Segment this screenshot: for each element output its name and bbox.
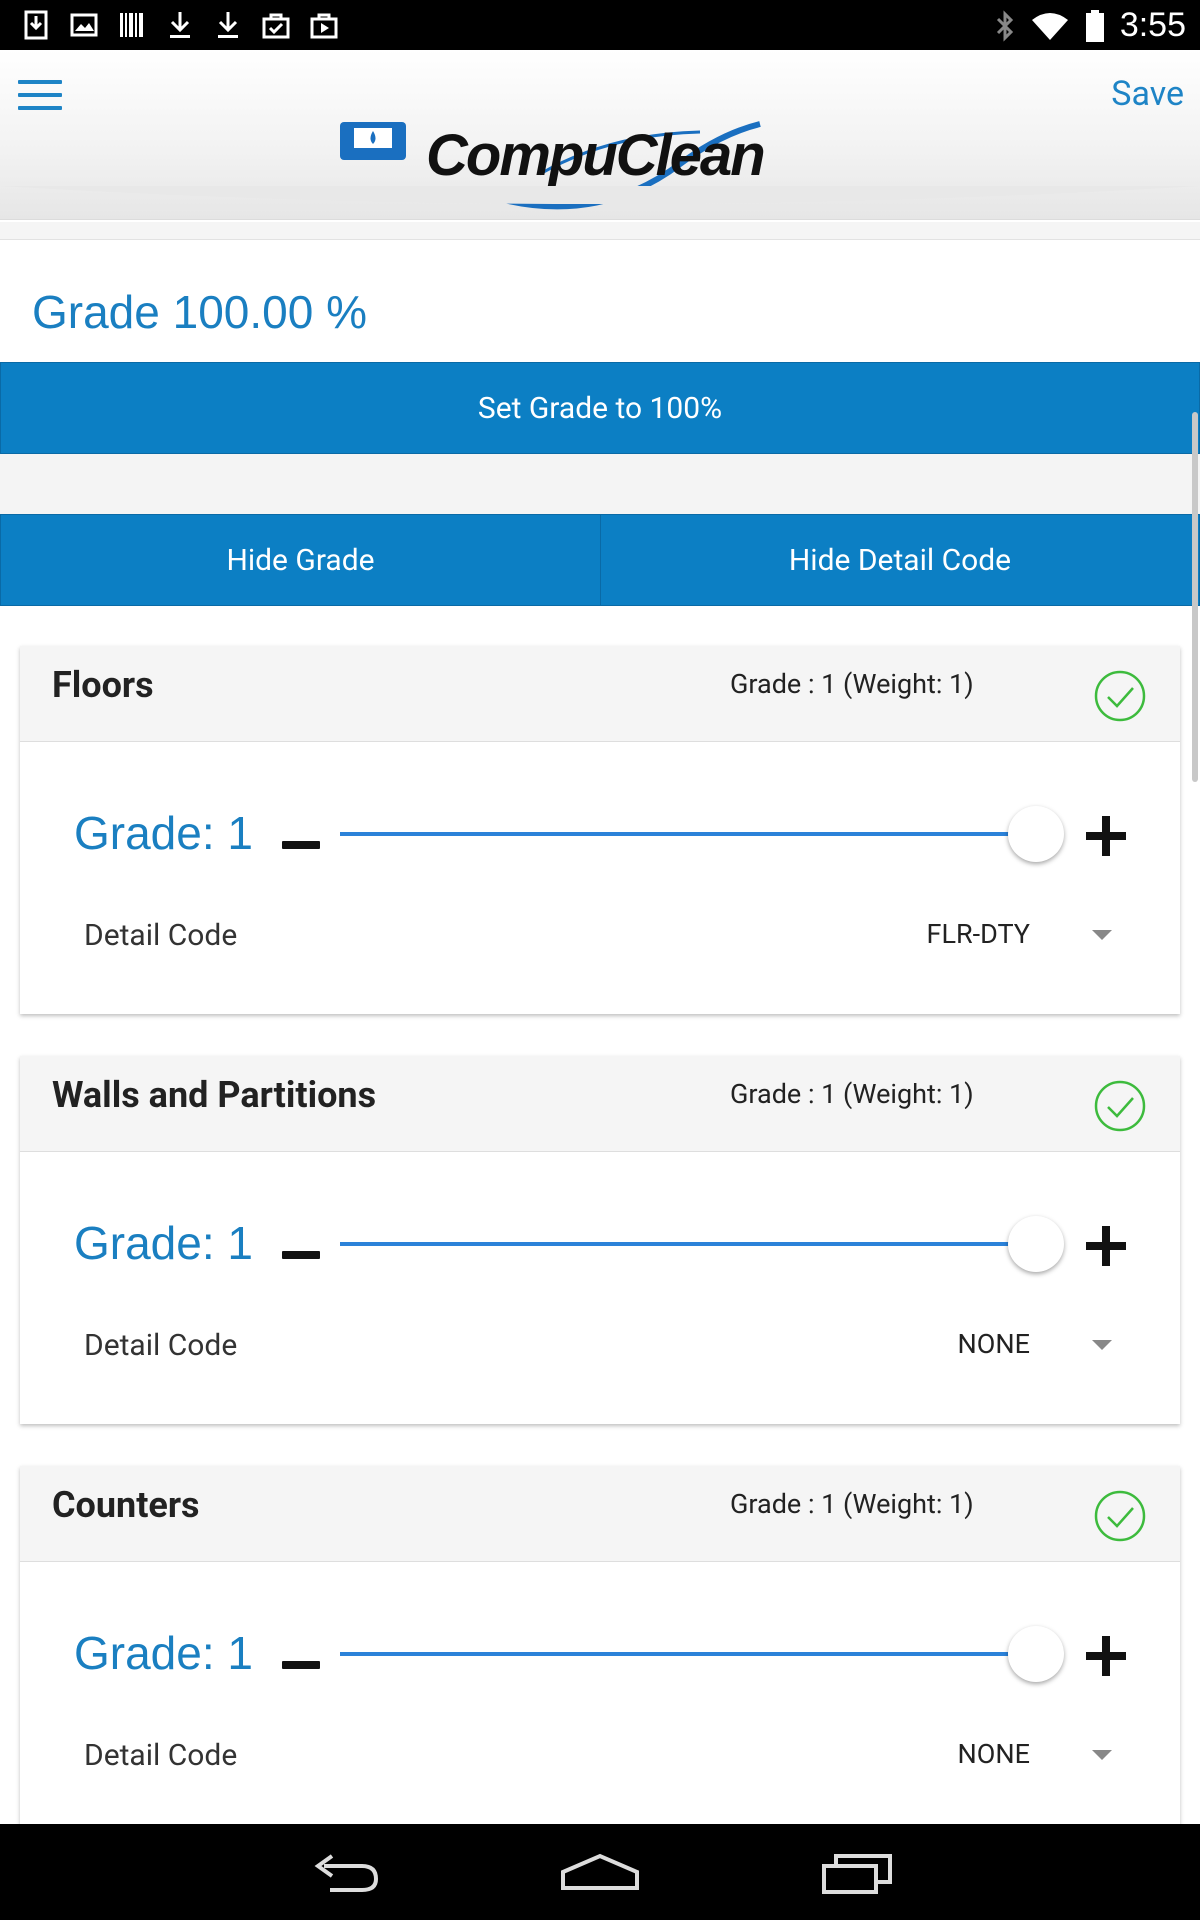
section-header: Counters Grade : 1 (Weight: 1) — [20, 1466, 1180, 1562]
section-body: Grade: 1 Detail Code FLR-DTY — [20, 742, 1180, 1014]
decrease-grade-icon[interactable] — [282, 1646, 322, 1684]
section-card-counters: Counters Grade : 1 (Weight: 1) Grade: 1 … — [20, 1466, 1180, 1834]
set-grade-100-button[interactable]: Set Grade to 100% — [0, 362, 1200, 454]
grade-slider-thumb[interactable] — [1008, 806, 1064, 862]
dropdown-arrow-icon — [1092, 930, 1112, 940]
battery-icon — [1085, 9, 1104, 42]
hide-detail-code-button[interactable]: Hide Detail Code — [600, 514, 1200, 606]
detail-code-label: Detail Code — [84, 1738, 238, 1773]
hide-grade-button[interactable]: Hide Grade — [0, 514, 601, 606]
decrease-grade-icon[interactable] — [282, 826, 322, 864]
divider-strip — [0, 222, 1200, 240]
header-curve — [0, 186, 1200, 204]
check-circle-icon — [1094, 1490, 1146, 1542]
grade-value-label: Grade: 1 — [74, 1627, 253, 1679]
section-grade-weight: Grade : 1 (Weight: 1) — [730, 1488, 974, 1520]
back-icon[interactable] — [300, 1842, 390, 1902]
section-body: Grade: 1 Detail Code NONE — [20, 1562, 1180, 1834]
status-bar: 3:55 — [0, 0, 1200, 50]
section-body: Grade: 1 Detail Code NONE — [20, 1152, 1180, 1424]
system-nav-bar — [0, 1824, 1200, 1920]
grade-summary: Grade 100.00 % — [32, 286, 368, 338]
section-title: Walls and Partitions — [52, 1074, 377, 1116]
check-circle-icon — [1094, 670, 1146, 722]
section-grade-weight: Grade : 1 (Weight: 1) — [730, 1078, 974, 1110]
brand-name: CompuClean — [426, 123, 766, 188]
detail-code-label: Detail Code — [84, 918, 238, 953]
shopping-bag-check-icon — [262, 9, 290, 41]
dropdown-arrow-icon — [1092, 1750, 1112, 1760]
home-icon[interactable] — [555, 1842, 645, 1902]
detail-code-select[interactable]: NONE — [810, 1320, 1140, 1374]
detail-code-select[interactable]: FLR-DTY — [810, 910, 1140, 964]
section-card-walls-and-partitions: Walls and Partitions Grade : 1 (Weight: … — [20, 1056, 1180, 1424]
clock: 3:55 — [1119, 6, 1186, 44]
shopping-bag-play-icon — [310, 9, 338, 41]
dropdown-arrow-icon — [1092, 1340, 1112, 1350]
detail-code-select[interactable]: NONE — [810, 1730, 1140, 1784]
bluetooth-icon — [996, 9, 1013, 42]
system-status: 3:55 — [994, 6, 1186, 45]
grade-value-label: Grade: 1 — [74, 1217, 253, 1269]
decrease-grade-icon[interactable] — [282, 1236, 322, 1274]
detail-code-value: NONE — [957, 1738, 1030, 1770]
hamburger-menu-icon[interactable] — [18, 80, 62, 114]
section-header: Walls and Partitions Grade : 1 (Weight: … — [20, 1056, 1180, 1152]
grade-slider-track[interactable] — [340, 832, 1030, 836]
scrollbar[interactable] — [1192, 412, 1198, 782]
image-icon — [70, 9, 98, 41]
increase-grade-icon[interactable] — [1086, 1226, 1126, 1266]
barcode-icon — [118, 9, 146, 41]
download-icon — [214, 9, 242, 41]
detail-code-value: FLR-DTY — [926, 918, 1030, 950]
button-spacer — [0, 454, 1200, 514]
grade-slider-thumb[interactable] — [1008, 1626, 1064, 1682]
save-button[interactable]: Save — [1111, 74, 1184, 114]
section-title: Counters — [52, 1484, 200, 1526]
section-header: Floors Grade : 1 (Weight: 1) — [20, 646, 1180, 742]
recents-icon[interactable] — [812, 1842, 902, 1902]
wifi-icon — [1031, 12, 1068, 40]
section-grade-weight: Grade : 1 (Weight: 1) — [730, 668, 974, 700]
detail-code-value: NONE — [957, 1328, 1030, 1360]
increase-grade-icon[interactable] — [1086, 816, 1126, 856]
detail-code-label: Detail Code — [84, 1328, 238, 1363]
section-title: Floors — [52, 664, 154, 706]
section-card-floors: Floors Grade : 1 (Weight: 1) Grade: 1 De… — [20, 646, 1180, 1014]
grade-value-label: Grade: 1 — [74, 807, 253, 859]
notification-icons — [22, 9, 338, 41]
grade-slider-track[interactable] — [340, 1242, 1030, 1246]
increase-grade-icon[interactable] — [1086, 1636, 1126, 1676]
check-circle-icon — [1094, 1080, 1146, 1132]
download-icon — [166, 9, 194, 41]
download-icon — [22, 9, 50, 41]
grade-slider-thumb[interactable] — [1008, 1216, 1064, 1272]
grade-slider-track[interactable] — [340, 1652, 1030, 1656]
